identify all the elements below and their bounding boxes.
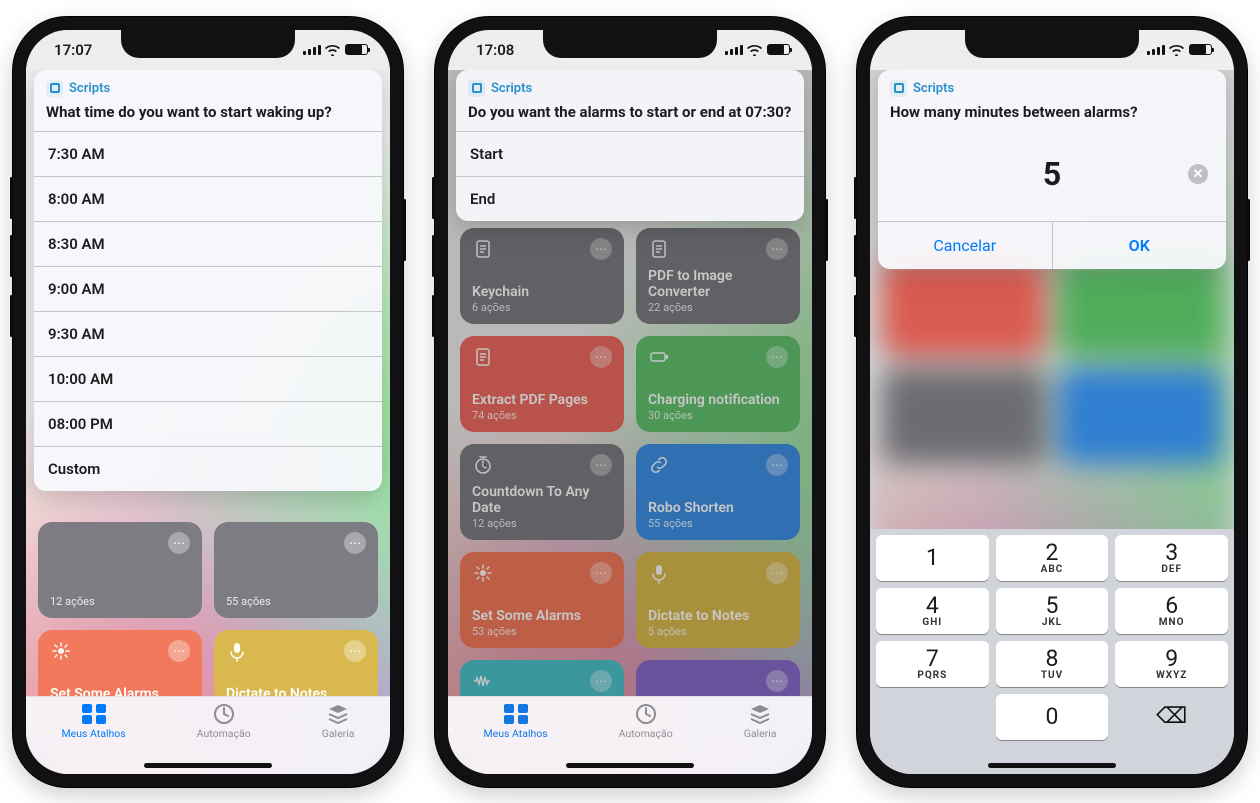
tab-shortcuts[interactable]: Meus Atalhos [483,703,547,740]
scripts-app-icon [468,80,485,97]
prompt-title: Do you want the alarms to start or end a… [456,99,804,132]
key-5[interactable]: 5JKL [996,588,1109,634]
key-0[interactable]: 0 [996,694,1109,740]
menu-option[interactable]: 8:00 AM [34,176,382,221]
scripts-app-icon [46,80,63,97]
battery-icon [345,44,368,55]
prompt-title: How many minutes between alarms? [878,99,1226,132]
phone-1: 17:07 ⋯ 12 ações ⋯ 55 ações ⋯ Set Some A… [13,17,403,787]
battery-icon [767,44,790,55]
tile-title: Dictate to Notes [226,686,366,695]
key-4[interactable]: 4GHI [876,588,989,634]
key-6[interactable]: 6MNO [1115,588,1228,634]
key-3[interactable]: 3DEF [1115,535,1228,581]
menu-option[interactable]: 9:00 AM [34,266,382,311]
home-indicator[interactable] [566,763,694,768]
number-value: 5 [1043,155,1061,193]
wifi-icon [1169,44,1184,56]
wifi-icon [747,44,762,56]
menu-option[interactable]: Custom [34,446,382,491]
shortcut-tile[interactable]: ⋯ 12 ações [38,522,202,618]
menu-option[interactable]: 7:30 AM [34,131,382,176]
tab-automation[interactable]: Automação [619,703,673,740]
status-bar: 17:07 [26,30,390,70]
tab-gallery[interactable]: Galeria [744,703,777,740]
scripts-label: Scripts [913,81,954,96]
tab-automation[interactable]: Automação [197,703,251,740]
shortcut-tile[interactable]: ⋯ 55 ações [214,522,378,618]
home-indicator[interactable] [988,763,1116,768]
key-1[interactable]: 1 [876,535,989,581]
phone-2: 17:08 ⋯ Keychain 6 ações ⋯ PDF to Image … [435,17,825,787]
clock: 17:08 [476,41,514,59]
more-icon[interactable]: ⋯ [344,640,366,662]
tile-subtitle: 55 ações [226,595,366,608]
menu-option[interactable]: 10:00 AM [34,356,382,401]
tile-title: Set Some Alarms [50,686,190,695]
key-2[interactable]: 2ABC [996,535,1109,581]
menu-option[interactable]: 9:30 AM [34,311,382,356]
more-icon[interactable]: ⋯ [168,532,190,554]
shortcut-tile[interactable]: ⋯ Set Some Alarms 53 ações [38,630,202,696]
ok-button[interactable]: OK [1053,222,1227,269]
more-icon[interactable]: ⋯ [344,532,366,554]
numeric-keypad: 12ABC3DEF 4GHI5JKL6MNO 7PQRS8TUV9WXYZ0⌫ [870,529,1234,774]
more-icon[interactable]: ⋯ [168,640,190,662]
clear-icon[interactable]: ✕ [1188,164,1208,184]
backspace-icon[interactable]: ⌫ [1115,694,1228,740]
menu-option[interactable]: 08:00 PM [34,401,382,446]
cellular-icon [1147,45,1164,55]
key-blank [876,694,989,740]
battery-icon [1189,44,1212,55]
key-9[interactable]: 9WXYZ [1115,641,1228,687]
menu-option[interactable]: Start [456,131,804,176]
wifi-icon [325,44,340,56]
scripts-label: Scripts [69,81,110,96]
scripts-app-icon [890,80,907,97]
menu-option[interactable]: End [456,176,804,221]
key-7[interactable]: 7PQRS [876,641,989,687]
menu-option[interactable]: 8:30 AM [34,221,382,266]
prompt-card: Scripts What time do you want to start w… [34,70,382,492]
cancel-button[interactable]: Cancelar [878,222,1053,269]
cellular-icon [725,45,742,55]
key-8[interactable]: 8TUV [996,641,1109,687]
status-bar [870,30,1234,70]
cellular-icon [303,45,320,55]
prompt-title: What time do you want to start waking up… [34,99,382,132]
tab-shortcuts[interactable]: Meus Atalhos [61,703,125,740]
prompt-card: Scripts Do you want the alarms to start … [456,70,804,222]
prompt-card: Scripts How many minutes between alarms?… [878,70,1226,270]
tile-subtitle: 12 ações [50,595,190,608]
tab-gallery[interactable]: Galeria [322,703,355,740]
number-input[interactable]: 5 ✕ [888,139,1216,209]
shortcut-tile[interactable]: ⋯ Dictate to Notes 5 ações [214,630,378,696]
status-bar: 17:08 [448,30,812,70]
phone-3: Scripts How many minutes between alarms?… [857,17,1247,787]
clock: 17:07 [54,41,92,59]
home-indicator[interactable] [144,763,272,768]
scripts-label: Scripts [491,81,532,96]
